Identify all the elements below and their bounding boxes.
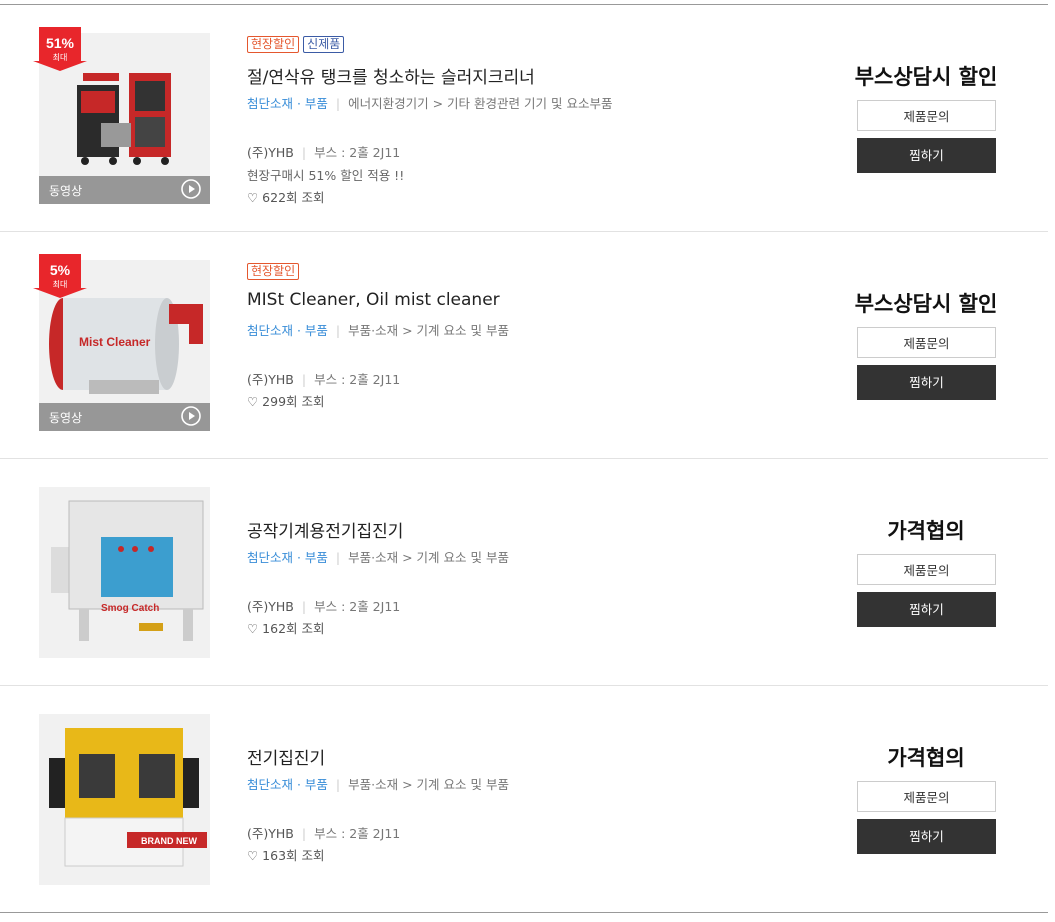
price-label: 가격협의 [887, 746, 965, 770]
list-item: BRAND NEW 전기집진기 첨단소재 · 부품 | 부품·소재 > 기계 요소 … [0, 686, 1048, 913]
price-label: 부스상담시 할인 [854, 292, 998, 316]
badge-group: 현장할인 신제품 [247, 36, 345, 53]
product-image[interactable]: Smog Catch [39, 487, 210, 658]
product-inquiry-button[interactable]: 제품문의 [857, 781, 996, 812]
brand-new-label: BRAND NEW [141, 836, 198, 846]
discount-percent: 5% [49, 262, 71, 278]
smog-catch-logo: Smog Catch [101, 603, 159, 614]
category-sub[interactable]: 부품·소재 > 기계 요소 및 부품 [348, 323, 509, 338]
category-main[interactable]: 첨단소재 · 부품 [247, 96, 328, 111]
product-inquiry-button[interactable]: 제품문의 [857, 100, 996, 131]
wishlist-button[interactable]: 찜하기 [857, 138, 996, 173]
company-name[interactable]: (주)YHB [247, 372, 294, 387]
company-name[interactable]: (주)YHB [247, 826, 294, 841]
play-circle-icon[interactable] [181, 406, 201, 426]
company-booth: (주)YHB | 부스 : 2홀 2J11 [247, 826, 401, 841]
promo-text: 현장구매시 51% 할인 적용 !! [247, 168, 405, 183]
category-sub[interactable]: 에너지환경기기 > 기타 환경관련 기기 및 요소부품 [348, 96, 612, 111]
discount-max-label: 최대 [52, 53, 68, 62]
electrostatic-precipitator-photo: Smog Catch [39, 487, 210, 658]
product-title[interactable]: 전기집진기 [247, 744, 325, 769]
product-list: 동영상 51% 최대 현장할인 신제품 절/연삭유 탱크를 청소하는 슬러지크리… [0, 4, 1048, 913]
booth-location: 부스 : 2홀 2J11 [314, 599, 401, 614]
video-label: 동영상 [49, 411, 83, 425]
list-item: Mist Cleaner 동영상 5% 최대 현장할인 MISt Cleaner… [0, 232, 1048, 459]
discount-max-label: 최대 [52, 280, 68, 289]
view-count: ♡ 163회 조회 [247, 848, 325, 863]
product-image[interactable]: BRAND NEW [39, 714, 210, 885]
wishlist-button[interactable]: 찜하기 [857, 365, 996, 400]
badge-group: 현장할인 [247, 263, 300, 280]
discount-ribbon: 5% 최대 [33, 254, 87, 298]
discount-percent: 51% [45, 35, 75, 51]
product-title[interactable]: 절/연삭유 탱크를 청소하는 슬러지크리너 [247, 63, 535, 88]
view-count: ♡ 299회 조회 [247, 394, 325, 409]
mist-cleaner-logo: Mist Cleaner [79, 335, 151, 349]
product-inquiry-button[interactable]: 제품문의 [857, 327, 996, 358]
price-label: 가격협의 [887, 519, 965, 543]
video-label: 동영상 [49, 184, 83, 198]
product-title[interactable]: MISt Cleaner, Oil mist cleaner [247, 290, 500, 310]
electric-dust-collector-photo: BRAND NEW [39, 714, 210, 885]
product-category: 첨단소재 · 부품 | 부품·소재 > 기계 요소 및 부품 [247, 550, 509, 565]
category-main[interactable]: 첨단소재 · 부품 [247, 550, 328, 565]
video-bar[interactable]: 동영상 [39, 403, 210, 431]
list-item: 동영상 51% 최대 현장할인 신제품 절/연삭유 탱크를 청소하는 슬러지크리… [0, 5, 1048, 232]
category-sub[interactable]: 부품·소재 > 기계 요소 및 부품 [348, 777, 509, 792]
discount-ribbon: 51% 최대 [33, 27, 87, 71]
wishlist-button[interactable]: 찜하기 [857, 819, 996, 854]
product-category: 첨단소재 · 부품 | 에너지환경기기 > 기타 환경관련 기기 및 요소부품 [247, 96, 613, 111]
booth-location: 부스 : 2홀 2J11 [314, 826, 401, 841]
play-circle-icon[interactable] [181, 179, 201, 199]
booth-location: 부스 : 2홀 2J11 [314, 372, 401, 387]
view-count: ♡ 622회 조회 [247, 190, 325, 205]
video-bar[interactable]: 동영상 [39, 176, 210, 204]
company-name[interactable]: (주)YHB [247, 599, 294, 614]
product-title[interactable]: 공작기계용전기집진기 [247, 517, 403, 542]
wishlist-button[interactable]: 찜하기 [857, 592, 996, 627]
product-inquiry-button[interactable]: 제품문의 [857, 554, 996, 585]
product-category: 첨단소재 · 부품 | 부품·소재 > 기계 요소 및 부품 [247, 323, 509, 338]
category-main[interactable]: 첨단소재 · 부품 [247, 323, 328, 338]
company-booth: (주)YHB | 부스 : 2홀 2J11 [247, 372, 401, 387]
product-category: 첨단소재 · 부품 | 부품·소재 > 기계 요소 및 부품 [247, 777, 509, 792]
booth-location: 부스 : 2홀 2J11 [314, 145, 401, 160]
price-label: 부스상담시 할인 [854, 65, 998, 89]
category-main[interactable]: 첨단소재 · 부품 [247, 777, 328, 792]
onsite-discount-badge: 현장할인 [247, 36, 300, 53]
view-count: ♡ 162회 조회 [247, 621, 325, 636]
onsite-discount-badge: 현장할인 [247, 263, 300, 280]
new-product-badge: 신제품 [303, 36, 345, 53]
company-booth: (주)YHB | 부스 : 2홀 2J11 [247, 145, 401, 160]
category-sub[interactable]: 부품·소재 > 기계 요소 및 부품 [348, 550, 509, 565]
company-booth: (주)YHB | 부스 : 2홀 2J11 [247, 599, 401, 614]
company-name[interactable]: (주)YHB [247, 145, 294, 160]
list-item: Smog Catch 공작기계용전기집진기 첨단소재 · 부품 | 부품·소재 > … [0, 459, 1048, 686]
